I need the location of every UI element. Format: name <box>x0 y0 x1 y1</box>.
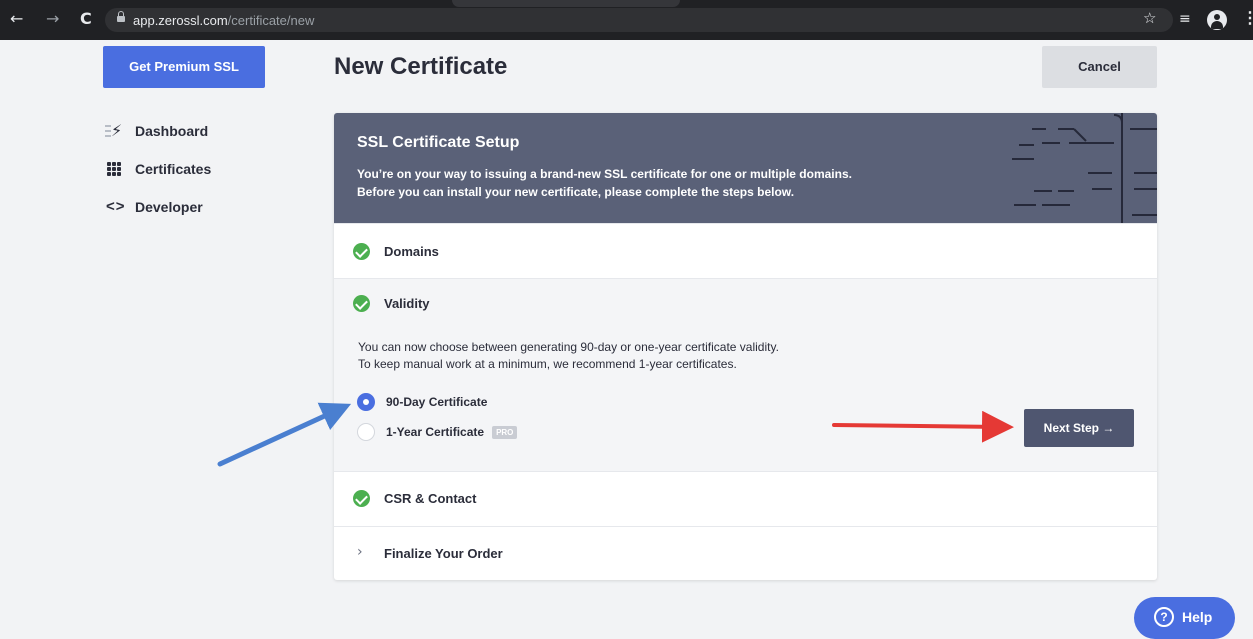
get-premium-ssl-button[interactable]: Get Premium SSL <box>103 46 265 88</box>
bolt-icon: ⚡ <box>105 121 127 140</box>
sidebar-item-dashboard[interactable]: ⚡ Dashboard <box>105 121 208 141</box>
browser-menu-icon[interactable]: ⋮ <box>1242 11 1253 27</box>
grid-icon <box>105 161 127 177</box>
chevron-right-icon: › <box>357 544 363 560</box>
next-step-button[interactable]: Next Step → <box>1024 409 1134 447</box>
sidebar-item-developer[interactable]: <> Developer <box>105 197 203 217</box>
code-icon: <> <box>106 198 126 215</box>
check-icon <box>353 243 370 260</box>
sidebar-item-label: Dashboard <box>135 123 209 139</box>
check-icon <box>353 490 370 507</box>
url-host: app.zerossl.com <box>133 13 228 28</box>
decorative-lines <box>1012 113 1157 223</box>
setup-title: SSL Certificate Setup <box>357 134 520 151</box>
step-label: CSR & Contact <box>384 491 477 506</box>
radio-1-year-label[interactable]: 1-Year Certificate PRO <box>386 425 518 440</box>
setup-banner: SSL Certificate Setup You’re on your way… <box>334 113 1157 223</box>
step-label: Validity <box>384 296 430 311</box>
profile-avatar-icon[interactable] <box>1207 10 1227 30</box>
validity-description-line: To keep manual work at a minimum, we rec… <box>358 357 737 371</box>
step-label: Finalize Your Order <box>384 546 503 561</box>
check-icon <box>353 295 370 312</box>
media-queue-icon[interactable]: ≡ <box>1179 12 1191 26</box>
step-label: Domains <box>384 244 439 259</box>
reload-icon[interactable]: C <box>80 11 92 27</box>
url-text[interactable]: app.zerossl.com/certificate/new <box>133 13 314 28</box>
sidebar-item-certificates[interactable]: Certificates <box>105 159 211 179</box>
cancel-button[interactable]: Cancel <box>1042 46 1157 88</box>
certificate-setup-card: SSL Certificate Setup You’re on your way… <box>334 113 1157 580</box>
url-path: /certificate/new <box>227 13 315 28</box>
setup-description: You’re on your way to issuing a brand-ne… <box>357 165 852 201</box>
browser-toolbar: ← → C app.zerossl.com/certificate/new ☆ … <box>0 0 1253 40</box>
step-csr-contact[interactable]: CSR & Contact <box>334 471 1157 526</box>
back-arrow-icon[interactable]: ← <box>10 11 23 27</box>
setup-description-line: You’re on your way to issuing a brand-ne… <box>357 167 852 181</box>
step-validity-panel: Validity You can now choose between gene… <box>334 278 1157 471</box>
pro-badge: PRO <box>492 426 518 440</box>
validity-description: You can now choose between generating 90… <box>358 339 779 373</box>
setup-description-line: Before you can install your new certific… <box>357 185 795 199</box>
blue-annotation-arrow <box>217 402 352 467</box>
forward-arrow-icon[interactable]: → <box>46 11 59 27</box>
lock-icon[interactable] <box>117 11 125 24</box>
question-circle-icon: ? <box>1154 607 1174 627</box>
help-button[interactable]: ? Help <box>1134 597 1235 639</box>
sidebar-item-label: Certificates <box>135 161 212 177</box>
help-label: Help <box>1182 609 1213 625</box>
step-finalize-order[interactable]: › Finalize Your Order <box>334 526 1157 580</box>
sidebar-item-label: Developer <box>135 199 203 215</box>
radio-90-day[interactable] <box>357 393 375 411</box>
active-tab-edge[interactable] <box>452 0 680 7</box>
radio-1-year-text: 1-Year Certificate <box>386 425 485 439</box>
step-domains[interactable]: Domains <box>334 223 1157 278</box>
bookmark-star-icon[interactable]: ☆ <box>1143 10 1156 26</box>
validity-description-line: You can now choose between generating 90… <box>358 340 779 354</box>
address-bar[interactable]: app.zerossl.com/certificate/new <box>105 8 1173 32</box>
radio-1-year[interactable] <box>357 423 375 441</box>
radio-90-day-label[interactable]: 90-Day Certificate <box>386 395 487 409</box>
page-title: New Certificate <box>334 53 508 80</box>
